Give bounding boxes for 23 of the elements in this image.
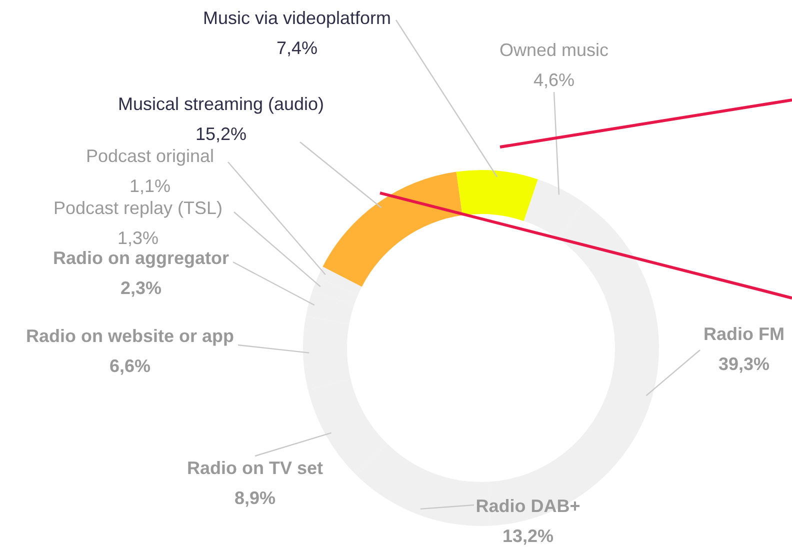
value-label: 13,2%	[502, 526, 554, 546]
value-label: 1,3%	[117, 228, 159, 248]
leader-line	[420, 504, 474, 510]
category-label: Radio on aggregator	[53, 248, 229, 268]
value-label: 2,3%	[120, 278, 162, 298]
value-label: 15,2%	[195, 124, 247, 144]
category-label: Music via videoplatform	[202, 8, 392, 28]
category-label: Podcast original	[86, 146, 214, 166]
value-label: 39,3%	[718, 354, 770, 374]
category-label: Radio on website or app	[26, 326, 234, 346]
value-label: 6,6%	[109, 356, 151, 376]
value-label: 7,4%	[276, 38, 318, 58]
value-label: 1,1%	[129, 176, 171, 196]
leader-line	[646, 350, 700, 396]
category-label: Podcast replay (TSL)	[53, 198, 223, 218]
category-label: Radio FM	[704, 324, 784, 344]
category-label: Radio DAB+	[476, 496, 580, 516]
value-label: 4,6%	[533, 70, 575, 90]
category-label: Musical streaming (audio)	[118, 94, 324, 114]
leader-line	[238, 344, 310, 354]
category-label: Owned music	[499, 40, 609, 60]
category-label: Radio on TV set	[187, 458, 323, 478]
value-label: 8,9%	[234, 488, 276, 508]
